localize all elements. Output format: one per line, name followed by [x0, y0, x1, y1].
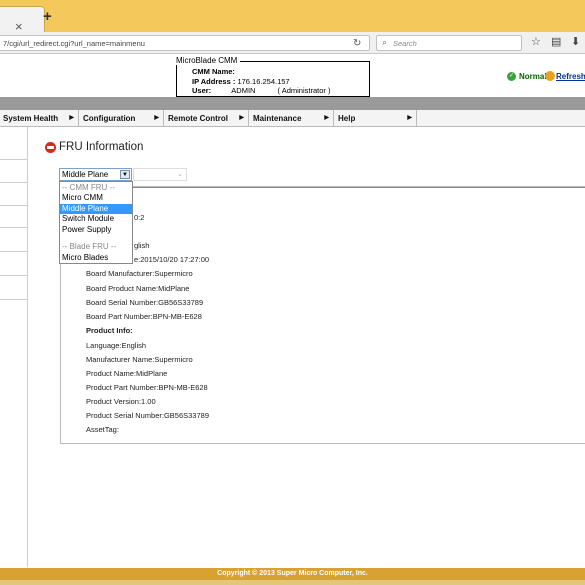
browser-nav-bar: 7/cgi/url_redirect.cgi?url_name=mainmenu…: [0, 32, 585, 54]
product-version: Product Version:1.00: [86, 397, 156, 406]
ip-label: IP Address :: [192, 77, 236, 86]
bookmark-star-icon[interactable]: ☆: [531, 35, 541, 49]
menu-help-label: Help: [338, 114, 356, 123]
cmm-name-label: CMM Name:: [192, 67, 235, 76]
menu-arrow-icon: ▶: [69, 115, 74, 121]
nav-divider: [0, 299, 28, 300]
refresh-icon[interactable]: [545, 71, 555, 81]
asset-tag: AssetTag:: [86, 425, 119, 434]
header-band: [0, 97, 585, 110]
fru-type-select-value: Middle Plane: [62, 170, 109, 179]
menu-arrow-icon: ▶: [407, 115, 412, 121]
dropdown-option-micro-blades[interactable]: Micro Blades: [60, 253, 132, 264]
page-title: FRU Information: [59, 141, 144, 153]
status-text: Normal: [519, 72, 547, 81]
status-ok-icon: ✓: [507, 72, 516, 81]
chevron-down-icon[interactable]: ⌄: [177, 170, 183, 178]
nav-divider: [0, 205, 28, 206]
user-row: User: ADMIN ( Administrator ): [192, 86, 330, 95]
menu-system-health[interactable]: System Health ▶: [0, 110, 79, 127]
menu-arrow-icon: ▶: [239, 115, 244, 121]
dropdown-option-middle-plane[interactable]: Middle Plane: [60, 203, 132, 214]
menu-configuration-label: Configuration: [83, 114, 136, 123]
browser-tab-bar: × +: [0, 0, 585, 33]
fru-info-icon: [45, 142, 56, 153]
menu-arrow-icon: ▶: [324, 115, 329, 121]
page-footer: Copyright © 2013 Super Micro Computer, I…: [0, 568, 585, 580]
mfg-date-partial: e:2015/10/20 17:27:00: [134, 255, 210, 264]
main-menu-bar: System Health ▶ Configuration ▶ Remote C…: [0, 110, 585, 127]
chevron-down-icon[interactable]: ▼: [120, 170, 130, 179]
search-input[interactable]: ⌕ Search: [376, 35, 522, 51]
board-part-number: Board Part Number:BPN-MB-E628: [86, 312, 202, 321]
cmm-info-box: MicroBlade CMM CMM Name: IP Address : 17…: [176, 56, 370, 97]
ip-value: 176.16.254.157: [237, 77, 290, 86]
language: Language:English: [86, 341, 147, 350]
footer-band: [0, 580, 585, 585]
partial-text: 0:2: [134, 213, 145, 222]
user-role: ( Administrator ): [277, 86, 331, 95]
board-serial-number: Board Serial Number:GB56S33789: [86, 298, 204, 307]
menu-remote-control[interactable]: Remote Control ▶: [165, 110, 249, 127]
copyright-text: Copyright © 2013 Super Micro Computer, I…: [217, 570, 368, 577]
left-nav: [0, 127, 28, 567]
menu-arrow-icon: ▶: [154, 115, 159, 121]
url-bar[interactable]: 7/cgi/url_redirect.cgi?url_name=mainmenu…: [0, 35, 370, 51]
refresh-link[interactable]: Refresh: [556, 72, 585, 81]
menu-configuration[interactable]: Configuration ▶: [80, 110, 164, 127]
menu-maintenance-label: Maintenance: [253, 114, 302, 123]
manufacturer-name: Manufacturer Name:Supermicro: [86, 355, 193, 364]
user-value: ADMIN: [231, 86, 256, 95]
fru-type-dropdown: -- CMM FRU -- Micro CMM Middle Plane Swi…: [59, 181, 133, 264]
menu-help[interactable]: Help ▶: [335, 110, 417, 127]
cmm-box-title: MicroBlade CMM: [176, 56, 241, 65]
panel-divider: [61, 187, 585, 188]
browser-tab[interactable]: ×: [0, 6, 45, 33]
url-text: 7/cgi/url_redirect.cgi?url_name=mainmenu: [3, 39, 145, 48]
download-icon[interactable]: ⬇: [571, 35, 580, 49]
menu-system-health-label: System Health: [3, 114, 59, 123]
dropdown-group-label: -- Blade FRU --: [62, 242, 117, 251]
reload-icon[interactable]: ↻: [353, 38, 361, 49]
partial-text: glish: [134, 241, 150, 250]
user-label: User:: [192, 86, 212, 95]
product-info-heading: Product Info:: [86, 326, 133, 335]
product-serial-number: Product Serial Number:GB56S33789: [86, 411, 209, 420]
board-manufacturer: Board Manufacturer:Supermicro: [86, 269, 193, 278]
dropdown-option-switch-module[interactable]: Switch Module: [60, 214, 132, 225]
new-tab-icon[interactable]: +: [43, 9, 52, 24]
product-name: Product Name:MidPlane: [86, 369, 168, 378]
fru-device-select[interactable]: ⌄: [133, 168, 187, 181]
menu-remote-control-label: Remote Control: [168, 114, 228, 123]
ip-row: IP Address : 176.16.254.157: [192, 77, 290, 86]
nav-divider: [0, 159, 28, 160]
menu-maintenance[interactable]: Maintenance ▶: [250, 110, 334, 127]
dropdown-option-power-supply[interactable]: Power Supply: [60, 225, 132, 236]
nav-divider: [0, 275, 28, 276]
fru-type-select[interactable]: Middle Plane ▼: [59, 168, 132, 181]
cmm-name-row: CMM Name:: [192, 67, 235, 76]
nav-divider: [0, 251, 28, 252]
nav-divider: [0, 182, 28, 183]
nav-divider: [0, 227, 28, 228]
dropdown-group-label: -- CMM FRU --: [62, 183, 115, 192]
reading-list-icon[interactable]: ▤: [551, 35, 561, 49]
page-header: MicroBlade CMM CMM Name: IP Address : 17…: [0, 55, 585, 97]
fru-info-panel: 0:2 glish e:2015/10/20 17:27:00 Board Ma…: [60, 186, 585, 444]
search-placeholder: Search: [393, 39, 417, 48]
product-part-number: Product Part Number:BPN-MB-E628: [86, 383, 208, 392]
search-icon: ⌕: [382, 37, 388, 47]
dropdown-option-micro-cmm[interactable]: Micro CMM: [60, 193, 132, 204]
board-product-name: Board Product Name:MidPlane: [86, 284, 190, 293]
